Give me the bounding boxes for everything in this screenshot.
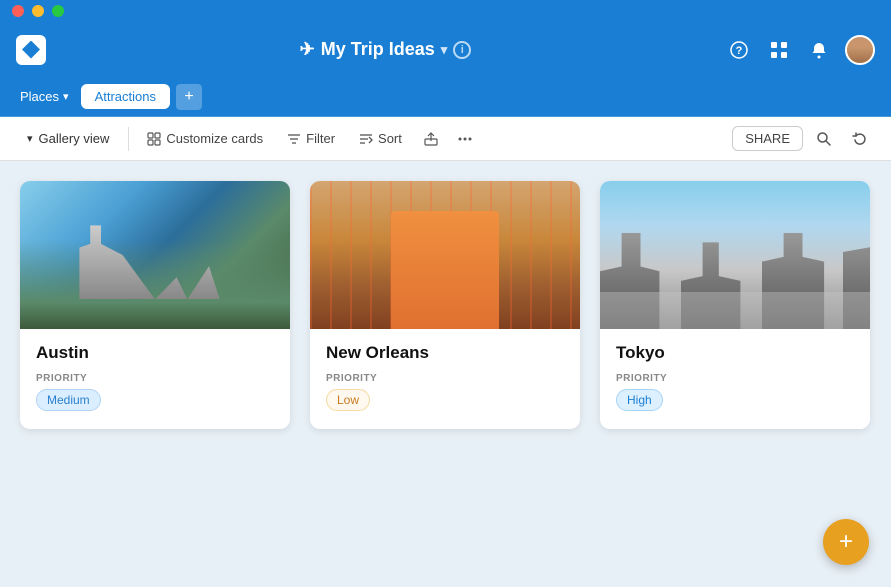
bell-icon[interactable] — [805, 36, 833, 64]
gallery-view-label: Gallery view — [39, 131, 110, 146]
priority-label-tokyo: PRIORITY — [616, 373, 854, 384]
card-body-tokyo: Tokyo PRIORITY High — [600, 329, 870, 429]
help-icon[interactable]: ? — [725, 36, 753, 64]
tab-attractions[interactable]: Attractions — [81, 84, 170, 109]
toolbar: ▾ Gallery view Customize cards Filter — [0, 117, 891, 161]
card-tokyo: Tokyo PRIORITY High — [600, 181, 870, 429]
card-body-new-orleans: New Orleans PRIORITY Low — [310, 329, 580, 429]
customize-cards-button[interactable]: Customize cards — [137, 126, 273, 151]
dropdown-icon: ▾ — [27, 132, 33, 145]
titlebar — [0, 0, 891, 22]
add-tab-button[interactable]: + — [176, 84, 202, 110]
sort-label: Sort — [378, 131, 402, 146]
minimize-dot[interactable] — [32, 5, 44, 17]
cards-icon — [147, 132, 161, 146]
filter-button[interactable]: Filter — [277, 126, 345, 151]
gallery-view-button[interactable]: ▾ Gallery view — [16, 125, 120, 152]
app-logo[interactable] — [16, 35, 46, 65]
tab-places[interactable]: Places ▾ — [12, 85, 77, 108]
header: ✈ My Trip Ideas ▾ i ? — [0, 22, 891, 77]
card-title-tokyo: Tokyo — [616, 343, 854, 363]
header-left — [16, 35, 46, 65]
filter-icon — [287, 132, 301, 146]
card-image-tokyo — [600, 181, 870, 329]
search-button[interactable] — [809, 124, 839, 154]
priority-label-austin: PRIORITY — [36, 373, 274, 384]
priority-badge-new-orleans[interactable]: Low — [326, 389, 370, 411]
sort-icon — [359, 132, 373, 146]
card-body-austin: Austin PRIORITY Medium — [20, 329, 290, 429]
export-icon — [423, 131, 439, 147]
header-center: ✈ My Trip Ideas ▾ i — [300, 39, 472, 60]
maximize-dot[interactable] — [52, 5, 64, 17]
trip-title[interactable]: My Trip Ideas — [321, 39, 435, 60]
priority-label-new-orleans: PRIORITY — [326, 373, 564, 384]
undo-button[interactable] — [845, 124, 875, 154]
svg-text:?: ? — [736, 45, 743, 57]
new-orleans-image — [310, 181, 580, 329]
chevron-down-icon: ▾ — [63, 90, 69, 103]
avatar[interactable] — [845, 35, 875, 65]
toolbar-divider — [128, 127, 129, 151]
more-button[interactable] — [450, 124, 480, 154]
card-new-orleans: New Orleans PRIORITY Low — [310, 181, 580, 429]
add-fab-button[interactable]: + — [823, 519, 869, 565]
toolbar-right: SHARE — [732, 124, 875, 154]
card-title-austin: Austin — [36, 343, 274, 363]
info-icon[interactable]: i — [453, 41, 471, 59]
priority-badge-austin[interactable]: Medium — [36, 389, 101, 411]
more-icon — [457, 131, 473, 147]
card-title-new-orleans: New Orleans — [326, 343, 564, 363]
close-dot[interactable] — [12, 5, 24, 17]
card-image-new-orleans — [310, 181, 580, 329]
content-area: Austin PRIORITY Medium New Orleans PRIOR… — [0, 161, 891, 449]
tab-places-label: Places — [20, 89, 59, 104]
austin-image — [20, 181, 290, 329]
filter-label: Filter — [306, 131, 335, 146]
tabbar: Places ▾ Attractions + — [0, 77, 891, 117]
card-austin: Austin PRIORITY Medium — [20, 181, 290, 429]
grid-icon[interactable] — [765, 36, 793, 64]
export-button[interactable] — [416, 124, 446, 154]
search-icon — [816, 131, 832, 147]
header-right: ? — [725, 35, 875, 65]
sort-button[interactable]: Sort — [349, 126, 412, 151]
customize-cards-label: Customize cards — [166, 131, 263, 146]
share-button[interactable]: SHARE — [732, 126, 803, 151]
card-image-austin — [20, 181, 290, 329]
tokyo-image — [600, 181, 870, 329]
plane-icon: ✈ — [300, 39, 315, 60]
undo-icon — [852, 131, 868, 147]
priority-badge-tokyo[interactable]: High — [616, 389, 663, 411]
chevron-down-icon[interactable]: ▾ — [441, 42, 448, 58]
toolbar-left: ▾ Gallery view Customize cards Filter — [16, 124, 728, 154]
